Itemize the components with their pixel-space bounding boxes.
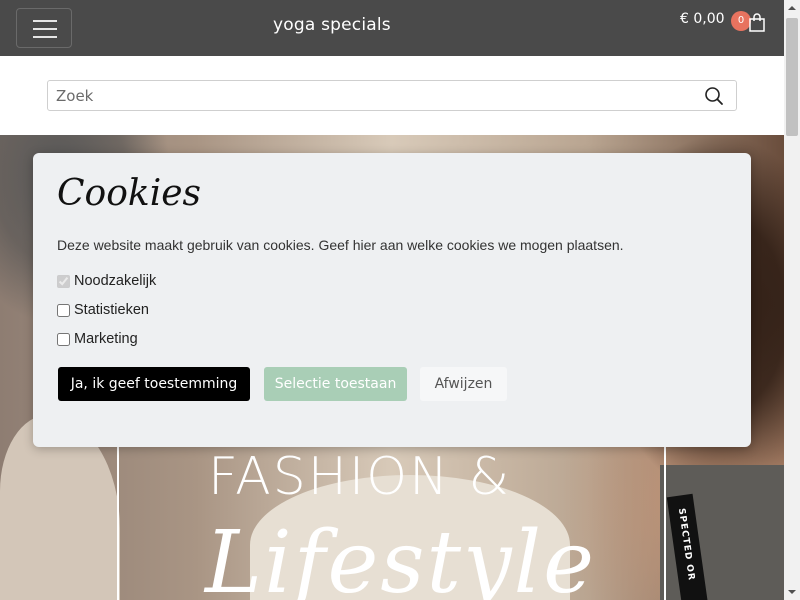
necessary-checkbox — [57, 274, 70, 288]
accept-all-button[interactable]: Ja, ik geef toestemming — [58, 367, 250, 401]
top-navigation-bar: yoga specials € 0,00 0 — [0, 0, 784, 56]
hero-frame-line — [117, 445, 119, 600]
cookie-option-marketing[interactable]: Marketing — [57, 331, 138, 347]
cookie-option-label: Marketing — [74, 331, 138, 347]
cart-total[interactable]: € 0,00 — [680, 11, 725, 27]
hero-script-title: Lifestyle — [205, 513, 597, 600]
search-icon[interactable] — [704, 86, 724, 106]
search-input[interactable] — [48, 81, 688, 110]
allow-selection-button[interactable]: Selectie toestaan — [264, 367, 407, 401]
page-scrollbar[interactable] — [784, 0, 800, 600]
reject-button[interactable]: Afwijzen — [420, 367, 507, 401]
shopping-bag-icon[interactable] — [748, 13, 766, 33]
scrollbar-thumb[interactable] — [786, 18, 798, 136]
scroll-down-arrow-icon[interactable] — [784, 584, 800, 600]
statistics-checkbox[interactable] — [57, 303, 70, 317]
cookie-dialog-description: Deze website maakt gebruik van cookies. … — [57, 237, 624, 253]
hero-frame-line — [664, 445, 666, 600]
menu-icon-line — [33, 20, 57, 22]
menu-icon-line — [33, 28, 57, 30]
scroll-up-arrow-icon[interactable] — [784, 0, 800, 16]
cookie-consent-dialog: Cookies Deze website maakt gebruik van c… — [33, 153, 751, 447]
menu-icon-line — [33, 36, 57, 38]
cookie-option-statistics[interactable]: Statistieken — [57, 302, 149, 318]
marketing-checkbox[interactable] — [57, 332, 70, 346]
cookie-dialog-title: Cookies — [57, 173, 201, 214]
search-bar — [47, 80, 737, 111]
cookie-option-label: Noodzakelijk — [74, 273, 157, 289]
site-brand[interactable]: yoga specials — [273, 15, 391, 35]
cookie-option-necessary[interactable]: Noodzakelijk — [57, 273, 156, 289]
cookie-option-label: Statistieken — [74, 302, 149, 318]
hero-title: FASHION & — [208, 447, 512, 507]
menu-button[interactable] — [16, 8, 72, 48]
